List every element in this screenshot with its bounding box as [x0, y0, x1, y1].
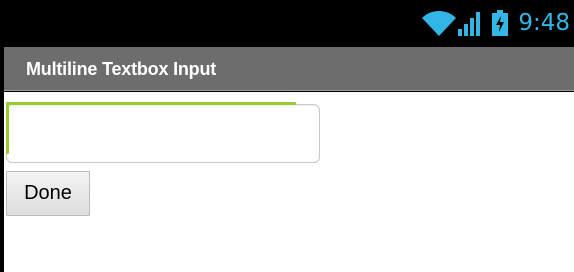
status-bar: 9:48 [0, 0, 574, 47]
app-screen: 9:48 Multiline Textbox Input Done [0, 0, 574, 272]
multiline-textbox[interactable] [6, 104, 320, 163]
status-icons: 9:48 [422, 8, 570, 38]
signal-icon [458, 10, 482, 36]
battery-charging-icon [492, 10, 509, 36]
focus-indicator-edge [6, 104, 9, 154]
clock: 9:48 [518, 10, 570, 36]
page-title: Multiline Textbox Input [26, 59, 217, 79]
content-area: Done [4, 92, 574, 272]
done-button[interactable]: Done [6, 171, 90, 216]
action-bar: Multiline Textbox Input [4, 47, 574, 91]
focus-indicator [6, 102, 296, 105]
wifi-icon [422, 10, 457, 36]
